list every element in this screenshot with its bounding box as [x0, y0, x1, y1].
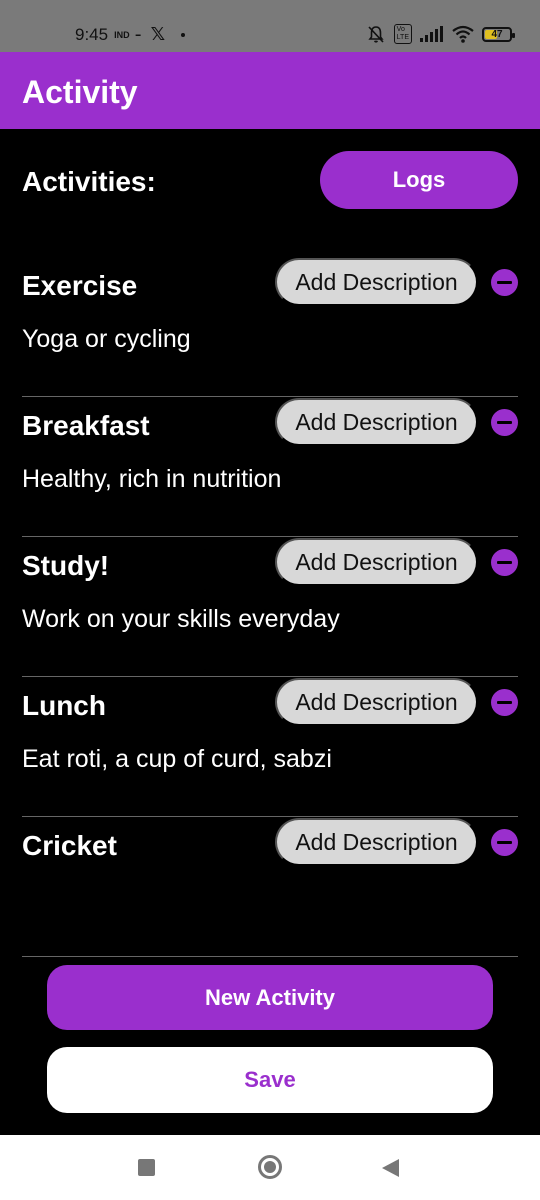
add-description-button[interactable]: Add Description — [275, 538, 478, 586]
signal-icon — [420, 26, 443, 42]
activity-name: Lunch — [22, 690, 106, 721]
activity-item: Study! Add Description Work on your skil… — [22, 537, 518, 677]
activity-item: Breakfast Add Description Healthy, rich … — [22, 397, 518, 537]
activity-name: Study! — [22, 550, 110, 581]
status-time: 9:45 — [75, 24, 109, 44]
new-activity-button[interactable]: New Activity — [47, 965, 493, 1030]
notification-dot-icon — [181, 32, 186, 37]
logs-button[interactable]: Logs — [320, 151, 518, 209]
add-description-button[interactable]: Add Description — [275, 258, 478, 306]
status-left: 9:45 IND ▬ 𝕏 — [75, 24, 186, 45]
mute-icon — [368, 26, 384, 43]
activity-item: Cricket Add Description — [22, 817, 518, 957]
remove-activity-button[interactable] — [491, 829, 518, 856]
home-dot — [264, 1161, 276, 1173]
activity-description: Eat roti, a cup of curd, sabzi — [22, 745, 332, 773]
activity-name: Breakfast — [22, 410, 150, 441]
minus-icon — [497, 701, 512, 704]
activity-description: Healthy, rich in nutrition — [22, 465, 282, 493]
back-icon[interactable] — [382, 1159, 399, 1177]
remove-activity-button[interactable] — [491, 409, 518, 436]
minus-icon — [497, 561, 512, 564]
navigation-bar — [0, 1135, 540, 1200]
status-bar: 9:45 IND ▬ 𝕏 Vo LTE 47 — [0, 0, 540, 52]
battery-level: 47 — [491, 28, 503, 40]
x-app-icon: 𝕏 — [150, 24, 166, 44]
add-description-button[interactable]: Add Description — [275, 398, 478, 446]
activity-item: Exercise Add Description Yoga or cycling — [22, 257, 518, 397]
minus-icon — [497, 841, 512, 844]
remove-activity-button[interactable] — [491, 549, 518, 576]
activity-item: Lunch Add Description Eat roti, a cup of… — [22, 677, 518, 817]
status-right: Vo LTE 47 — [366, 24, 515, 44]
save-button[interactable]: Save — [47, 1047, 493, 1113]
home-icon[interactable] — [258, 1155, 282, 1179]
volte-icon: Vo LTE — [393, 24, 412, 44]
minus-icon — [497, 281, 512, 284]
page-title: Activity — [22, 74, 138, 110]
carrier-label: IND — [114, 29, 130, 40]
remove-activity-button[interactable] — [491, 689, 518, 716]
activities-heading: Activities: — [22, 166, 156, 197]
data-icon: ▬ — [135, 31, 141, 38]
activity-description: Yoga or cycling — [22, 325, 191, 353]
activity-description: Work on your skills everyday — [22, 605, 340, 633]
add-description-button[interactable]: Add Description — [275, 818, 478, 866]
activity-name: Exercise — [22, 270, 138, 301]
recents-icon[interactable] — [138, 1159, 155, 1176]
minus-icon — [497, 421, 512, 424]
wifi-icon — [452, 25, 474, 43]
add-description-button[interactable]: Add Description — [275, 678, 478, 726]
remove-activity-button[interactable] — [491, 269, 518, 296]
activity-name: Cricket — [22, 830, 117, 861]
battery-icon: 47 — [482, 26, 515, 42]
app-bar: Activity — [0, 52, 540, 129]
